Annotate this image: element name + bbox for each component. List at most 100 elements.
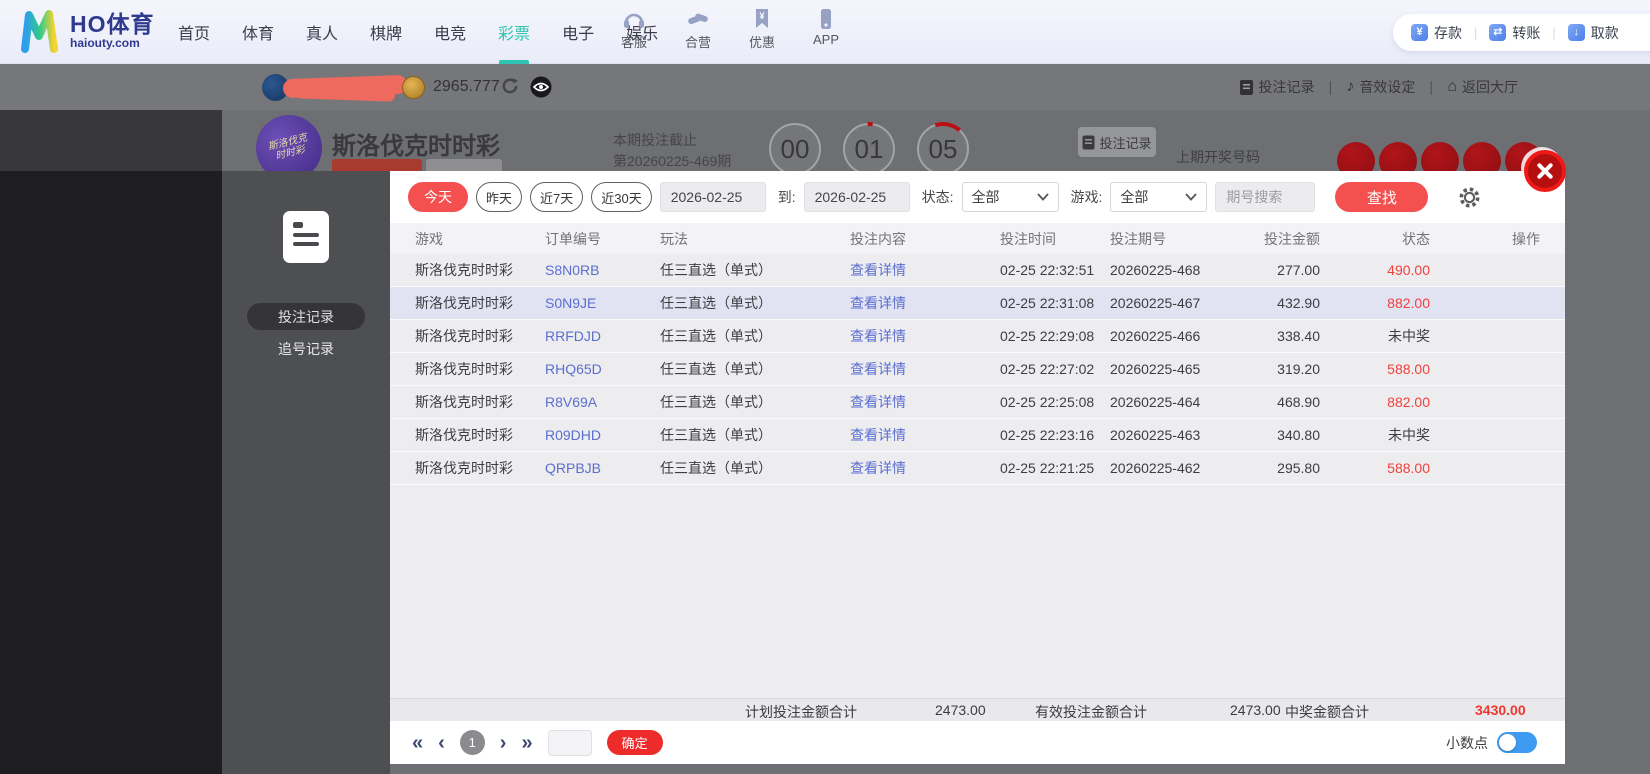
toggle-balance-visibility[interactable] [530, 76, 552, 103]
prev-page-button[interactable]: ‹ [438, 733, 445, 753]
cell-bet-time: 02-25 22:32:51 [1000, 262, 1095, 278]
view-details-link[interactable]: 查看详情 [850, 260, 1000, 280]
current-page[interactable]: 1 [459, 730, 485, 755]
cell-order-number[interactable]: S8N0RB [545, 262, 660, 278]
cell-bet-time: 02-25 22:23:16 [1000, 427, 1095, 443]
bet-record-link[interactable]: 投注记录 [1239, 77, 1315, 97]
search-button[interactable]: 查找 [1335, 182, 1429, 212]
chevron-down-icon [1036, 193, 1049, 201]
status-label: 状态: [921, 189, 954, 205]
cell-play-type: 任三直选（单式） [660, 262, 772, 278]
cell-game: 斯洛伐克时时彩 [415, 328, 513, 344]
transfer-button[interactable]: ⇄ 转账 [1489, 23, 1540, 43]
decimal-label: 小数点 [1446, 734, 1488, 751]
redaction-scribble [294, 86, 396, 102]
view-details-link[interactable]: 查看详情 [850, 326, 1000, 346]
cell-game: 斯洛伐克时时彩 [415, 262, 513, 278]
tab-bet-record[interactable]: 投注记录 [247, 303, 365, 330]
date-range-pill[interactable]: 今天 [408, 182, 468, 212]
cell-game: 斯洛伐克时时彩 [415, 427, 513, 443]
date-range-pill[interactable]: 近7天 [530, 182, 584, 212]
partner-link[interactable]: 合营 [676, 8, 720, 51]
user-bar-links: 投注记录 | ♪ 音效设定 | ⌂ 返回大厅 [1239, 64, 1518, 110]
nav-item[interactable]: 电竞 [432, 0, 468, 64]
game-select[interactable]: 全部 [1110, 182, 1208, 212]
cell-period: 20260225-465 [1110, 361, 1201, 377]
cell-status: 490.00 [1387, 262, 1430, 278]
cell-period: 20260225-462 [1110, 460, 1201, 476]
view-details-link[interactable]: 查看详情 [850, 425, 1000, 445]
app-download-link[interactable]: APP [804, 8, 848, 51]
table-row[interactable]: 斯洛伐克时时彩 RHQ65D 任三直选（单式） 查看详情 02-25 22:27… [390, 353, 1565, 386]
table-row[interactable]: 斯洛伐克时时彩 R8V69A 任三直选（单式） 查看详情 02-25 22:25… [390, 386, 1565, 419]
cell-order-number[interactable]: R09DHD [545, 427, 660, 443]
tab-chase-record[interactable]: 追号记录 [222, 339, 390, 359]
deadline-label: 本期投注截止 [613, 132, 697, 148]
cell-status: 882.00 [1387, 394, 1430, 410]
sound-settings-link[interactable]: ♪ 音效设定 [1346, 77, 1415, 97]
close-button[interactable] [1524, 150, 1566, 192]
date-range-pill[interactable]: 近30天 [591, 182, 652, 212]
withdraw-button[interactable]: ↓ 取款 [1567, 23, 1619, 43]
cell-amount: 295.80 [1277, 460, 1320, 476]
table-body: 斯洛伐克时时彩 S8N0RB 任三直选（单式） 查看详情 02-25 22:32… [390, 254, 1565, 485]
table-row[interactable]: 斯洛伐克时时彩 R09DHD 任三直选（单式） 查看详情 02-25 22:23… [390, 419, 1565, 452]
bet-record-modal: 今天 昨天 近7天 近30天 到: 状态: 全部 游戏: 全部 [390, 150, 1566, 764]
view-details-link[interactable]: 查看详情 [850, 392, 1000, 412]
cell-order-number[interactable]: RHQ65D [545, 361, 660, 377]
view-details-link[interactable]: 查看详情 [850, 458, 1000, 478]
cell-amount: 319.20 [1277, 361, 1320, 377]
mobile-app-icon [821, 9, 831, 29]
date-from-input[interactable] [659, 182, 766, 212]
nav-item[interactable]: 首页 [176, 0, 212, 64]
refresh-icon [502, 78, 518, 94]
confirm-page-button[interactable]: 确定 [606, 730, 663, 755]
cell-order-number[interactable]: R8V69A [545, 394, 660, 410]
page-jump-input[interactable] [547, 729, 592, 756]
cell-status: 588.00 [1387, 361, 1430, 377]
date-range-pill[interactable]: 昨天 [476, 182, 523, 212]
next-page-button[interactable]: › [500, 733, 507, 753]
customer-service-link[interactable]: 客服 [612, 8, 656, 51]
view-details-link[interactable]: 查看详情 [850, 359, 1000, 379]
countdown-minutes: 01 [842, 122, 896, 176]
cell-play-type: 任三直选（单式） [660, 460, 772, 476]
table-row[interactable]: 斯洛伐克时时彩 RRFDJD 任三直选（单式） 查看详情 02-25 22:29… [390, 320, 1565, 353]
decimal-setting: 小数点 [1446, 721, 1537, 764]
cell-status: 未中奖 [1388, 328, 1430, 344]
last-page-button[interactable]: » [521, 733, 532, 753]
nav-item[interactable]: 真人 [304, 0, 340, 64]
deposit-icon: ¥ [1411, 24, 1428, 41]
cell-game: 斯洛伐克时时彩 [415, 460, 513, 476]
first-page-button[interactable]: « [412, 733, 423, 753]
back-to-lobby-link[interactable]: ⌂ 返回大厅 [1447, 77, 1518, 97]
settings-button[interactable] [1458, 186, 1481, 209]
main-nav: 首页 体育 真人 棋牌 电竞 彩票 电子 娱乐 [176, 0, 660, 64]
logo[interactable]: HO体育 haiouty.com [16, 9, 155, 53]
period-search-input[interactable] [1215, 182, 1316, 212]
decimal-toggle[interactable] [1497, 732, 1537, 753]
nav-item[interactable]: 彩票 [496, 0, 532, 64]
nav-item[interactable]: 电子 [560, 0, 596, 64]
bet-record-button[interactable]: 投注记录 [1078, 127, 1156, 157]
date-to-input[interactable] [803, 182, 910, 212]
table-row[interactable]: 斯洛伐克时时彩 S0N9JE 任三直选（单式） 查看详情 02-25 22:31… [390, 287, 1565, 320]
status-select[interactable]: 全部 [961, 182, 1059, 212]
table-row[interactable]: 斯洛伐克时时彩 S8N0RB 任三直选（单式） 查看详情 02-25 22:32… [390, 254, 1565, 287]
game-title: 斯洛伐克时时彩 [332, 133, 500, 160]
cell-order-number[interactable]: RRFDJD [545, 328, 660, 344]
withdraw-icon: ↓ [1567, 24, 1585, 41]
divider: | [1552, 25, 1556, 40]
promotions-link[interactable]: ¥ 优惠 [740, 8, 784, 51]
current-period: 第20260225-469期 [613, 153, 732, 169]
deposit-button[interactable]: ¥ 存款 [1411, 23, 1462, 43]
cell-order-number[interactable]: S0N9JE [545, 295, 660, 311]
user-bar: 2965.777 投注记录 | ♪ 音效设定 | ⌂ 返回大厅 [0, 64, 1650, 110]
nav-item[interactable]: 棋牌 [368, 0, 404, 64]
view-details-link[interactable]: 查看详情 [850, 293, 1000, 313]
gear-icon [1459, 187, 1480, 207]
refresh-balance-button[interactable] [501, 77, 519, 100]
table-row[interactable]: 斯洛伐克时时彩 QRPBJB 任三直选（单式） 查看详情 02-25 22:21… [390, 452, 1565, 485]
cell-order-number[interactable]: QRPBJB [545, 460, 660, 476]
nav-item[interactable]: 体育 [240, 0, 276, 64]
